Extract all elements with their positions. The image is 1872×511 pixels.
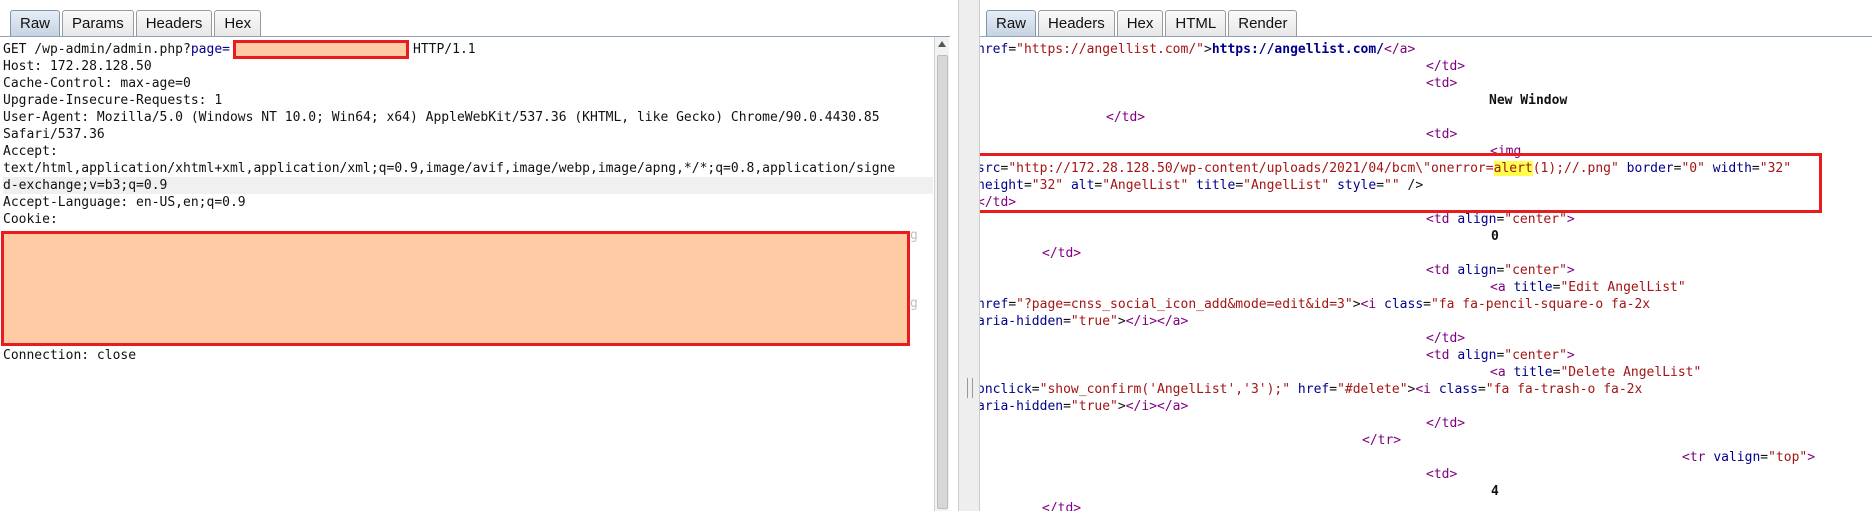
code-line: <td align="center"> (1426, 348, 1575, 363)
request-pane: Raw Params Headers Hex GET /wp-admin/adm… (0, 0, 950, 511)
response-tab-raw[interactable]: Raw (986, 10, 1037, 36)
redacted-param-value (233, 40, 409, 59)
code-line: </td> (1042, 501, 1082, 511)
response-tab-headers[interactable]: Headers (1038, 10, 1115, 36)
code-line: </td> (980, 195, 1017, 210)
cell-value: 0 (1491, 229, 1499, 244)
code-line: aria-hidden="true"></i></a> (980, 399, 1189, 414)
request-tab-params[interactable]: Params (62, 10, 134, 36)
response-tab-render[interactable]: Render (1228, 10, 1298, 36)
request-tabbar: Raw Params Headers Hex (10, 10, 263, 36)
header-line: Cookie: (3, 212, 58, 227)
pane-splitter[interactable] (958, 0, 980, 511)
code-line: </tr> (1362, 433, 1402, 448)
truncated-glyph: g (910, 228, 918, 243)
header-line: Accept-Language: en-US,en;q=0.9 (3, 195, 246, 210)
header-line-connection: Connection: close (3, 348, 137, 363)
code-line: </td> (1426, 331, 1466, 346)
header-line: Safari/537.36 (3, 127, 105, 142)
redacted-cookie-block (1, 231, 910, 346)
code-line: <td align="center"> (1426, 212, 1575, 227)
onclick-value: show_confirm('AngelList','3'); (1047, 382, 1283, 397)
delete-title-value: Delete AngelList (1568, 365, 1694, 380)
code-line: </td> (1426, 59, 1466, 74)
delete-href-value: #delete (1344, 382, 1400, 397)
code-line: <td> (1426, 127, 1458, 142)
code-line: <img (1490, 144, 1522, 159)
code-line: <td> (1426, 76, 1458, 91)
request-tab-hex[interactable]: Hex (214, 10, 262, 36)
response-tab-hex[interactable]: Hex (1116, 10, 1164, 36)
response-tab-rule (980, 36, 1872, 37)
code-line: href="https://angellist.com/">https://an… (980, 42, 1416, 57)
code-line: href="?page=cnss_social_icon_add&mode=ed… (980, 297, 1651, 312)
header-line: Upgrade-Insecure-Requests: 1 (3, 93, 223, 108)
code-line: <td align="center"> (1426, 263, 1575, 278)
link-text: https://angellist.com/ (1211, 42, 1384, 57)
request-line-version: HTTP/1.1 (413, 42, 476, 57)
img-src-value: http://172.28.128.50/wp-content/uploads/… (1016, 161, 1424, 176)
alert-highlight: alert (1493, 161, 1533, 176)
trash-class-value: fa fa-trash-o fa-2x (1493, 382, 1643, 397)
request-line-prefix: GET /wp-admin/admin.php? (3, 42, 191, 57)
code-line: height="32" alt="AngelList" title="Angel… (980, 178, 1424, 193)
request-tab-raw[interactable]: Raw (10, 10, 61, 36)
code-line: <td> (1426, 467, 1458, 482)
code-line: </td> (1106, 110, 1146, 125)
cell-value: 4 (1491, 484, 1499, 499)
edit-href-value: ?page=cnss_social_icon_add&mode=edit&id=… (1023, 297, 1345, 312)
response-pane: Raw Headers Hex HTML Render href="https:… (980, 0, 1872, 511)
edit-title-value: Edit AngelList (1568, 280, 1678, 295)
scroll-thumb[interactable] (937, 55, 948, 509)
code-line: aria-hidden="true"></i></a> (980, 314, 1189, 329)
header-line: Accept: (3, 144, 58, 159)
new-window-text: New Window (1489, 93, 1568, 108)
header-line: Host: 172.28.128.50 (3, 59, 152, 74)
code-line: <a title="Edit AngelList" (1490, 280, 1686, 295)
request-scrollbar[interactable] (934, 37, 949, 511)
request-tab-rule (0, 36, 950, 37)
code-line: </td> (1426, 416, 1466, 431)
header-line-highlighted: d-exchange;v=b3;q=0.9 (3, 177, 933, 194)
code-line: onclick="show_confirm('AngelList','3');"… (980, 382, 1643, 397)
splitter-grip-icon[interactable] (967, 378, 973, 398)
request-tab-headers[interactable]: Headers (135, 10, 213, 36)
code-line: </td> (1042, 246, 1082, 261)
truncated-glyph: g (910, 296, 918, 311)
request-param: page= (190, 42, 230, 57)
header-line: Cache-Control: max-age=0 (3, 76, 191, 91)
code-line: <a title="Delete AngelList" (1490, 365, 1702, 380)
href-value: https://angellist.com/ (1023, 42, 1197, 57)
header-line: User-Agent: Mozilla/5.0 (Windows NT 10.0… (3, 110, 880, 125)
onerror-attr: onerror= (1430, 161, 1494, 176)
img-src-line: src="http://172.28.128.50/wp-content/upl… (980, 161, 1792, 176)
pencil-class-value: fa fa-pencil-square-o fa-2x (1438, 297, 1651, 312)
request-line: GET /wp-admin/admin.php?page= (3, 41, 230, 58)
response-tabbar: Raw Headers Hex HTML Render (986, 10, 1299, 36)
response-tab-html[interactable]: HTML (1165, 10, 1227, 36)
code-line: <tr valign="top"> (1682, 450, 1816, 465)
header-line: text/html,application/xhtml+xml,applicat… (3, 161, 896, 176)
scroll-up-arrow-icon[interactable] (938, 41, 946, 47)
alert-args: (1);//.png (1532, 161, 1612, 176)
